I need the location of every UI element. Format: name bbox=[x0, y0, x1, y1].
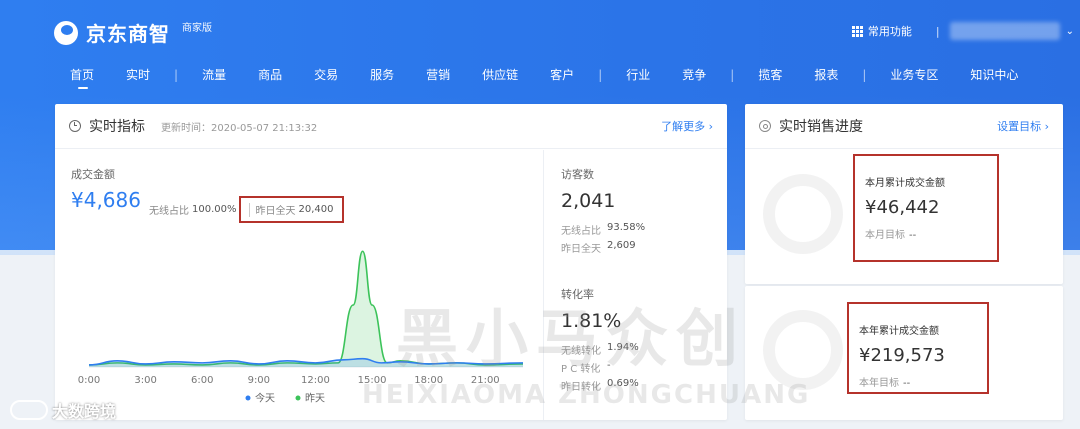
nav-divider: | bbox=[730, 67, 735, 82]
sales-progress-header: 实时销售进度 设置目标 › bbox=[745, 104, 1063, 149]
brand-logo[interactable]: 京东商智 商家版 bbox=[54, 18, 212, 47]
watermark-text: 黑小马众创 bbox=[396, 302, 747, 375]
target-icon bbox=[759, 120, 771, 132]
month-label: 本月累计成交金额 bbox=[865, 178, 945, 189]
progress-ring bbox=[763, 174, 843, 254]
x-tick-label: 0:00 bbox=[78, 375, 100, 386]
nav-realtime[interactable]: 实时 bbox=[126, 66, 150, 83]
x-tick-label: 6:00 bbox=[191, 375, 213, 386]
sales-progress-title: 实时销售进度 bbox=[779, 119, 863, 135]
nav-traffic[interactable]: 流量 bbox=[202, 66, 226, 83]
visitors-yesterday-label: 昨日全天 bbox=[561, 244, 601, 255]
year-goal: 本年目标 -- bbox=[859, 374, 977, 389]
corner-watermark: 大数跨境 bbox=[10, 398, 116, 422]
progress-ring bbox=[763, 310, 843, 390]
legend-label[interactable]: 今天 bbox=[255, 392, 275, 405]
month-value: ¥46,442 bbox=[865, 197, 940, 218]
nav-divider: | bbox=[862, 67, 867, 82]
common-functions-link[interactable]: 常用功能 bbox=[868, 23, 912, 39]
wireless-share-value: 100.00% bbox=[192, 204, 237, 215]
nav-trade[interactable]: 交易 bbox=[314, 66, 338, 83]
realtime-title: 实时指标 bbox=[89, 119, 145, 135]
nav-marketing[interactable]: 营销 bbox=[426, 66, 450, 83]
x-tick-label: 3:00 bbox=[134, 375, 156, 386]
sales-progress-card: 实时销售进度 设置目标 › 本月累计成交金额 ¥46,442 本月目标 -- bbox=[745, 104, 1063, 284]
yesterday-label: 昨日全天 bbox=[255, 206, 296, 217]
legend-dot bbox=[245, 395, 251, 401]
nav-customers[interactable]: 客户 bbox=[550, 66, 574, 83]
nav-products[interactable]: 商品 bbox=[258, 66, 282, 83]
visitors-wireless-value: 93.58% bbox=[607, 222, 646, 233]
year-label: 本年累计成交金额 bbox=[859, 326, 939, 337]
nav-knowledge-center[interactable]: 知识中心 bbox=[970, 66, 1018, 83]
watermark-subtext: HEIXIAOMA ZHONGCHUANG bbox=[362, 380, 811, 410]
visitors-yesterday-value: 2,609 bbox=[607, 240, 636, 251]
nav-acquire[interactable]: 揽客 bbox=[758, 66, 782, 83]
visitors-yesterday-row: 昨日全天 2,609 bbox=[561, 240, 645, 255]
brand-edition: 商家版 bbox=[182, 23, 212, 34]
nav-supply-chain[interactable]: 供应链 bbox=[482, 66, 518, 83]
year-goal-value: -- bbox=[903, 378, 911, 389]
gmv-block: 成交金额 ¥4,686 bbox=[71, 166, 141, 212]
grid-menu-icon[interactable] bbox=[851, 25, 863, 37]
visitors-label: 访客数 bbox=[561, 168, 594, 181]
nav-industry[interactable]: 行业 bbox=[626, 66, 650, 83]
visitors-wireless-row: 无线占比 93.58% bbox=[561, 222, 645, 237]
top-right-bar: 常用功能 | ⌄ bbox=[851, 22, 1080, 40]
visitors-value: 2,041 bbox=[561, 190, 616, 212]
gmv-label: 成交金额 bbox=[71, 168, 115, 181]
month-goal-label: 本月目标 bbox=[865, 230, 905, 241]
month-target-box: 本月累计成交金额 ¥46,442 本月目标 -- bbox=[853, 154, 999, 262]
month-goal: 本月目标 -- bbox=[865, 226, 987, 241]
brand-name: 京东商智 bbox=[86, 22, 170, 46]
nav-competition[interactable]: 竞争 bbox=[682, 66, 706, 83]
nav-divider: | bbox=[174, 67, 179, 82]
yesterday-value: 20,400 bbox=[298, 204, 334, 215]
jd-logo-icon bbox=[54, 20, 78, 45]
month-goal-value: -- bbox=[909, 230, 917, 241]
main-nav: 首页 实时 | 流量 商品 交易 服务 营销 供应链 客户 | 行业 竞争 | … bbox=[70, 66, 1050, 89]
year-value: ¥219,573 bbox=[859, 345, 945, 366]
nav-reports[interactable]: 报表 bbox=[814, 66, 838, 83]
year-goal-label: 本年目标 bbox=[859, 378, 899, 389]
x-tick-label: 9:00 bbox=[248, 375, 270, 386]
chevron-down-icon[interactable]: ⌄ bbox=[1066, 26, 1074, 37]
user-account-blurred[interactable] bbox=[949, 22, 1060, 40]
nav-business-zone[interactable]: 业务专区 bbox=[890, 66, 938, 83]
nav-service[interactable]: 服务 bbox=[370, 66, 394, 83]
set-target-link[interactable]: 设置目标 › bbox=[997, 118, 1049, 134]
gmv-value: ¥4,686 bbox=[71, 188, 141, 212]
wireless-share-label: 无线占比 bbox=[149, 206, 189, 217]
legend-dot bbox=[295, 395, 301, 401]
realtime-card-header: 实时指标 更新时间：2020-05-07 21:13:32 了解更多 › bbox=[55, 104, 727, 149]
legend-label[interactable]: 昨天 bbox=[305, 393, 325, 405]
divider-line bbox=[248, 202, 250, 217]
clock-icon bbox=[69, 120, 81, 132]
nav-divider: | bbox=[598, 67, 603, 82]
nav-home[interactable]: 首页 bbox=[70, 66, 94, 89]
gmv-sub-line: 无线占比 100.00% 昨日全天 20,400 bbox=[149, 196, 344, 223]
yesterday-highlight: 昨日全天 20,400 bbox=[238, 196, 344, 223]
learn-more-link[interactable]: 了解更多 › bbox=[661, 118, 713, 134]
corner-watermark-text: 大数跨境 bbox=[52, 402, 117, 421]
visitors-wireless-label: 无线占比 bbox=[561, 226, 601, 237]
brand-mark-icon bbox=[10, 400, 48, 420]
x-tick-label: 12:00 bbox=[301, 375, 330, 386]
topbar-separator: | bbox=[935, 24, 940, 38]
year-target-box: 本年累计成交金额 ¥219,573 本年目标 -- bbox=[847, 302, 989, 394]
visitors-block: 访客数 2,041 无线占比 93.58% 昨日全天 2,609 bbox=[561, 166, 645, 255]
update-time: 更新时间：2020-05-07 21:13:32 bbox=[161, 122, 318, 134]
